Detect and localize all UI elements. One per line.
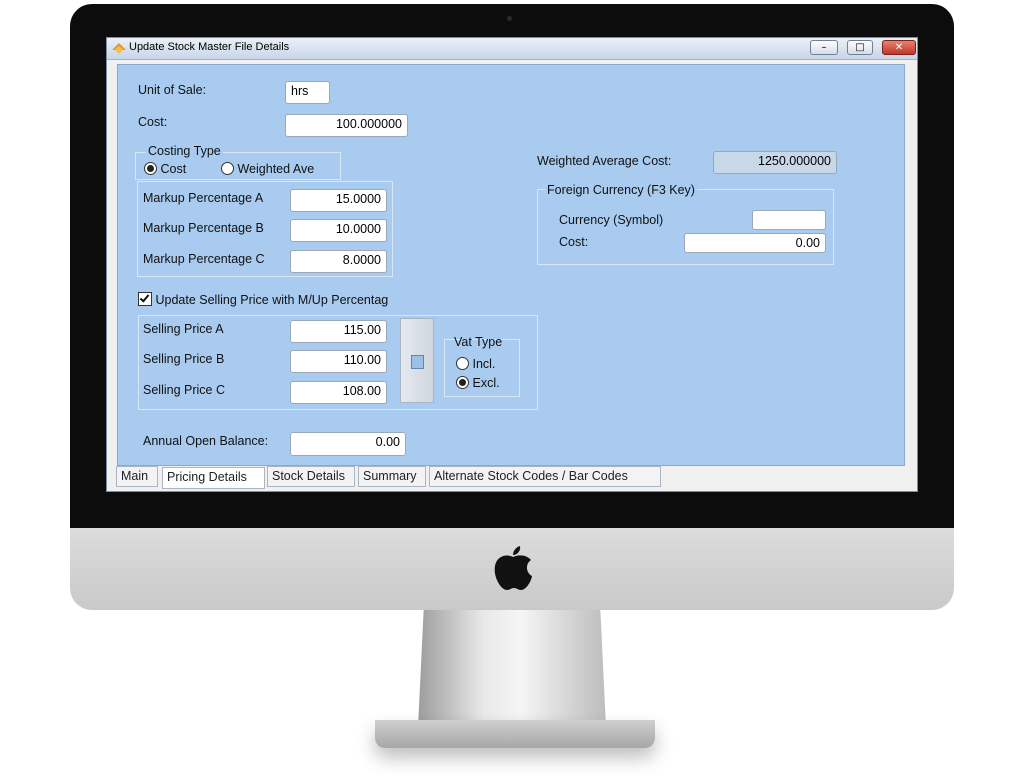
cost-input[interactable]: 100.000000 [285, 114, 408, 137]
markup-b-label: Markup Percentage B [143, 221, 264, 235]
selling-price-a-label: Selling Price A [143, 322, 224, 336]
weighted-average-cost-value: 1250.000000 [713, 151, 837, 174]
foreign-currency-label: Foreign Currency (F3 Key) [545, 183, 697, 197]
selling-price-a-input[interactable]: 115.00 [290, 320, 387, 343]
vat-excl-label: Excl. [472, 376, 500, 390]
radio-selected-icon [456, 376, 469, 389]
minimize-button[interactable]: – [810, 40, 838, 55]
calculator-icon [411, 355, 424, 369]
title-bar[interactable]: Update Stock Master File Details – □ ✕ [107, 38, 917, 60]
app-icon [112, 43, 126, 54]
tab-alternate-stock-codes[interactable]: Alternate Stock Codes / Bar Codes [429, 466, 661, 487]
weighted-average-cost-label: Weighted Average Cost: [537, 154, 672, 168]
vat-incl-radio[interactable]: Incl. [456, 357, 495, 371]
unit-of-sale-input[interactable]: hrs [285, 81, 330, 104]
radio-selected-icon [144, 162, 157, 175]
window-title: Update Stock Master File Details [129, 41, 290, 53]
selling-price-b-label: Selling Price B [143, 352, 225, 366]
selling-price-c-input[interactable]: 108.00 [290, 381, 387, 404]
vat-type-label: Vat Type [454, 335, 503, 349]
update-selling-price-label: Update Selling Price with M/Up Percentag [155, 293, 389, 307]
tab-main[interactable]: Main [116, 466, 158, 487]
foreign-cost-input[interactable]: 0.00 [684, 233, 826, 253]
tab-stock-details[interactable]: Stock Details [267, 466, 355, 487]
currency-symbol-label: Currency (Symbol) [559, 213, 664, 227]
costing-type-weighted-radio[interactable]: Weighted Ave [221, 162, 314, 176]
markup-a-input[interactable]: 15.0000 [290, 189, 387, 212]
costing-type-label: Costing Type [146, 144, 223, 158]
annual-open-balance-label: Annual Open Balance: [143, 434, 269, 448]
selling-price-b-input[interactable]: 110.00 [290, 350, 387, 373]
cost-label: Cost: [138, 115, 168, 129]
costing-type-cost-radio[interactable]: Cost [144, 162, 186, 176]
costing-type-weighted-label: Weighted Ave [237, 162, 315, 176]
camera-icon [507, 16, 512, 21]
unit-of-sale-label: Unit of Sale: [138, 83, 207, 97]
markup-b-input[interactable]: 10.0000 [290, 219, 387, 242]
vat-excl-radio[interactable]: Excl. [456, 376, 500, 390]
calculate-prices-button[interactable] [400, 318, 434, 403]
annual-open-balance-input[interactable]: 0.00 [290, 432, 406, 456]
foreign-cost-label: Cost: [559, 235, 589, 249]
update-selling-price-checkbox[interactable]: Update Selling Price with M/Up Percentag [138, 292, 388, 307]
monitor-base [375, 720, 655, 748]
vat-incl-label: Incl. [472, 357, 496, 371]
apple-logo [494, 546, 532, 590]
radio-unselected-icon [456, 357, 469, 370]
maximize-button[interactable]: □ [847, 40, 873, 55]
monitor-stand [418, 610, 606, 728]
selling-price-c-label: Selling Price C [143, 383, 225, 397]
tab-summary[interactable]: Summary [358, 466, 426, 487]
markup-c-input[interactable]: 8.0000 [290, 250, 387, 273]
checkbox-checked-icon [138, 292, 152, 306]
tab-pricing-details[interactable]: Pricing Details [162, 467, 265, 489]
radio-unselected-icon [221, 162, 234, 175]
currency-symbol-input[interactable] [752, 210, 826, 230]
markup-c-label: Markup Percentage C [143, 252, 265, 266]
close-button[interactable]: ✕ [882, 40, 916, 55]
markup-a-label: Markup Percentage A [143, 191, 264, 205]
costing-type-cost-label: Cost [160, 162, 187, 176]
